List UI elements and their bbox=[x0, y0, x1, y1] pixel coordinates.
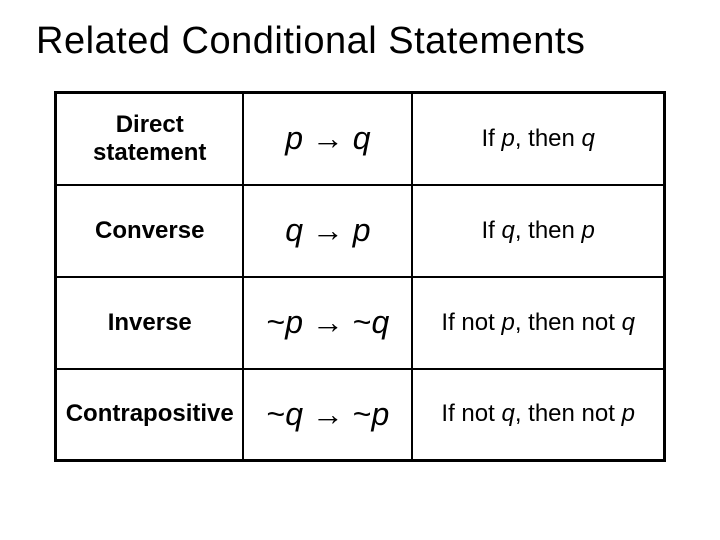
row-english: If q, then p bbox=[412, 185, 664, 277]
row-english: If not p, then not q bbox=[412, 277, 664, 369]
row-symbol: ~q → ~p bbox=[243, 369, 412, 461]
row-name: Converse bbox=[56, 185, 244, 277]
row-symbol: ~p → ~q bbox=[243, 277, 412, 369]
table-row: Inverse ~p → ~q If not p, then not q bbox=[56, 277, 665, 369]
row-symbol: p → q bbox=[243, 93, 412, 185]
table-row: Directstatement p → q If p, then q bbox=[56, 93, 665, 185]
conditional-statements-table: Directstatement p → q If p, then q Conve… bbox=[54, 91, 666, 462]
row-name: Inverse bbox=[56, 277, 244, 369]
row-symbol: q → p bbox=[243, 185, 412, 277]
table-row: Contrapositive ~q → ~p If not q, then no… bbox=[56, 369, 665, 461]
row-name: Directstatement bbox=[56, 93, 244, 185]
page-title: Related Conditional Statements bbox=[36, 20, 690, 63]
row-name: Contrapositive bbox=[56, 369, 244, 461]
row-english: If not q, then not p bbox=[412, 369, 664, 461]
row-english: If p, then q bbox=[412, 93, 664, 185]
table-row: Converse q → p If q, then p bbox=[56, 185, 665, 277]
